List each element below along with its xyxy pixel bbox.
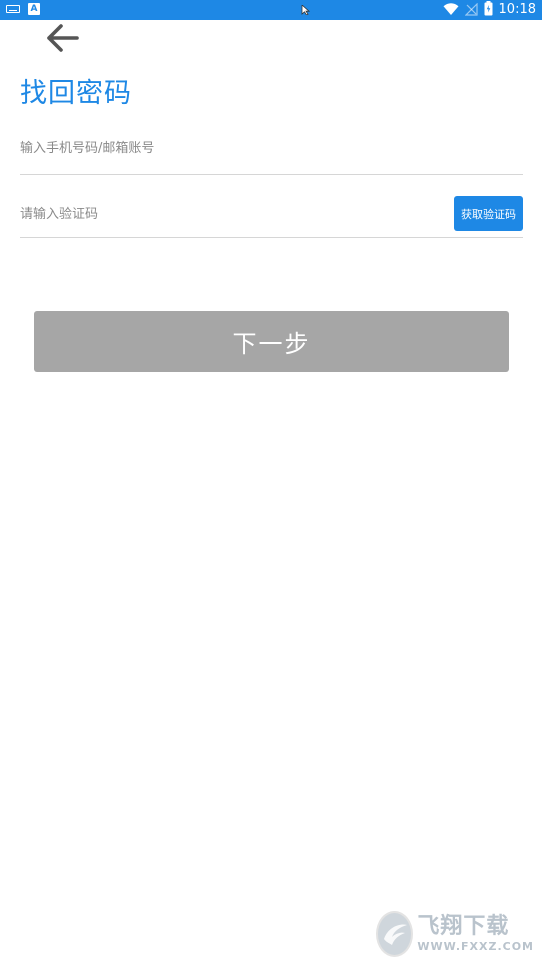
arrow-left-icon [44,23,80,57]
keyboard-icon [6,5,20,13]
watermark-logo-icon [376,911,414,957]
mouse-cursor-icon [300,0,314,19]
accessibility-a-icon: A [28,3,40,15]
next-step-button[interactable]: 下一步 [34,311,509,372]
account-field [20,132,523,175]
battery-icon [484,0,493,20]
verification-code-input[interactable] [20,199,420,229]
watermark-url: WWW.FXXZ.COM [417,940,534,953]
verification-code-field: 获取验证码 [20,196,523,238]
back-button[interactable] [40,20,84,60]
page-title: 找回密码 [20,78,132,109]
status-left-icons: A [6,3,40,15]
signal-icon [464,1,478,20]
get-code-button[interactable]: 获取验证码 [454,196,523,231]
watermark: 飞翔下载 WWW.FXXZ.COM [376,908,534,960]
wifi-icon [443,1,459,20]
status-right-icons: 10:18 [443,0,536,20]
account-input[interactable] [20,133,420,163]
status-bar: A 10:18 [0,0,542,20]
watermark-title: 飞翔下载 [417,914,510,939]
status-time: 10:18 [498,2,536,17]
watermark-text: 飞翔下载 WWW.FXXZ.COM [417,914,534,953]
